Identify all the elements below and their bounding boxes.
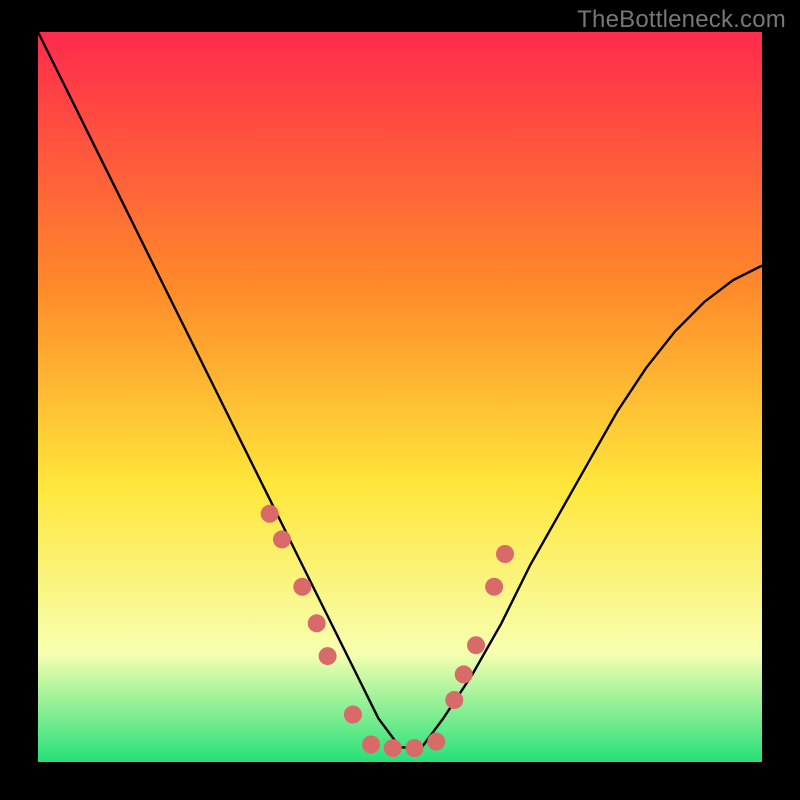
marker-dot — [406, 739, 424, 757]
marker-dot — [427, 733, 445, 751]
marker-dot — [273, 530, 291, 548]
marker-dot — [308, 614, 326, 632]
chart-frame: TheBottleneck.com — [0, 0, 800, 800]
marker-dot — [344, 706, 362, 724]
marker-dot — [467, 636, 485, 654]
watermark-text: TheBottleneck.com — [577, 6, 786, 34]
marker-dot — [362, 736, 380, 754]
marker-dot — [319, 647, 337, 665]
plot-area — [38, 32, 762, 762]
marker-dot — [445, 691, 463, 709]
marker-dot — [455, 665, 473, 683]
marker-dot — [261, 505, 279, 523]
plot-svg — [38, 32, 762, 762]
marker-dot — [496, 545, 514, 563]
gradient-background — [38, 32, 762, 762]
marker-dot — [293, 578, 311, 596]
marker-dot — [384, 739, 402, 757]
marker-dot — [485, 578, 503, 596]
